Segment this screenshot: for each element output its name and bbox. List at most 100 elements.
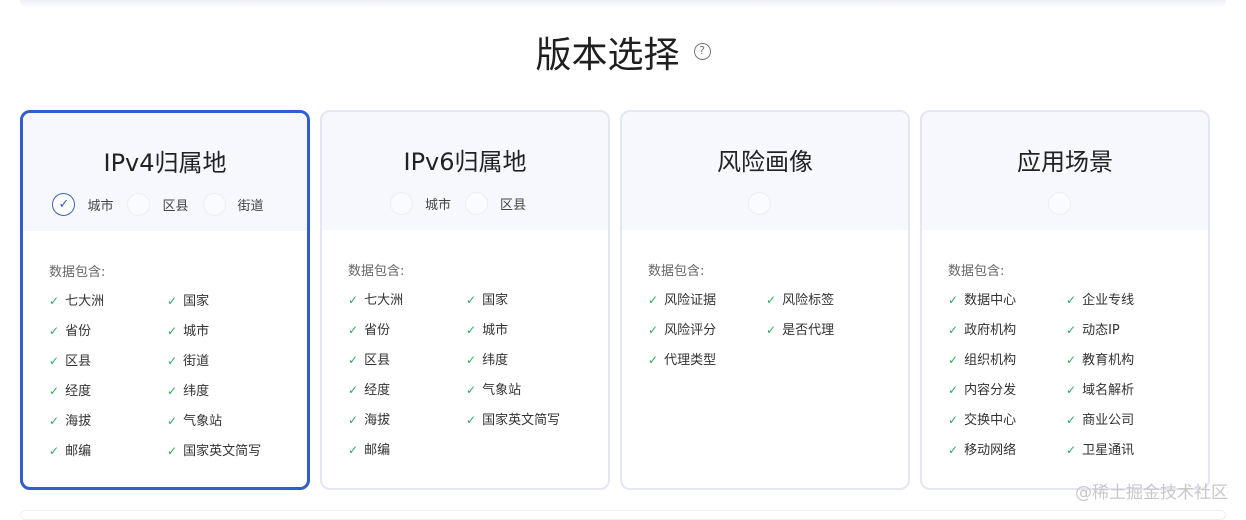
check-icon: ✓ (1066, 293, 1077, 307)
item-label: 七大洲 (65, 294, 105, 309)
list-item: ✓ 国家 (466, 291, 596, 310)
includes-label: 数据包含: (948, 264, 1005, 279)
item-label: 气象站 (482, 383, 522, 398)
check-icon: ✓ (948, 323, 959, 337)
check-icon: ✓ (348, 323, 359, 337)
version-option[interactable]: 区县 (127, 192, 202, 216)
list-item: ✓ 海拔 (49, 412, 167, 431)
list-item: ✓ 国家英文简写 (167, 442, 297, 461)
item-label: 域名解析 (1082, 383, 1135, 398)
option-label: 城市 (87, 198, 114, 214)
check-icon: ✓ (167, 294, 178, 308)
list-item: ✓ 国家英文简写 (466, 411, 596, 430)
radio-circle-icon[interactable] (127, 192, 151, 216)
item-label: 教育机构 (1082, 353, 1135, 368)
version-card[interactable]: 应用场景 数据包含: ✓ 数据中心 ✓ 企业专线 ✓ 政府机构 ✓ 动态IP ✓ 组织机构 ✓ 教育机构 ✓… (920, 110, 1210, 490)
version-option[interactable]: 街道 (202, 192, 278, 216)
item-label: 是否代理 (782, 323, 835, 338)
item-label: 风险标签 (782, 293, 835, 308)
item-label: 风险证据 (664, 293, 717, 308)
check-icon: ✓ (348, 293, 359, 307)
check-icon: ✓ (648, 323, 659, 337)
version-option[interactable]: ✓ 城市 (52, 192, 127, 216)
item-label: 国家 (183, 294, 210, 309)
item-label: 移动网络 (964, 443, 1017, 458)
list-item: ✓ 企业专线 (1066, 291, 1196, 310)
version-option[interactable]: 区县 (465, 191, 540, 215)
check-icon: ✓ (648, 353, 659, 367)
item-label: 国家英文简写 (482, 413, 561, 428)
check-icon: ✓ (948, 443, 959, 457)
check-icon: ✓ (49, 414, 60, 428)
item-label: 交换中心 (964, 413, 1017, 428)
version-card[interactable]: 风险画像 数据包含: ✓ 风险证据 ✓ 风险标签 ✓ 风险评分 ✓ 是否代理 ✓ 代理类型 (620, 110, 910, 490)
list-item: ✓ 代理类型 (648, 351, 766, 370)
card-header: IPv4归属地 ✓ 城市 区县 街道 (23, 113, 307, 231)
radio-circle-icon[interactable] (465, 191, 488, 215)
check-icon: ✓ (648, 293, 659, 307)
check-icon: ✓ (466, 323, 477, 337)
watermark: @稀土掘金技术社区 (1075, 483, 1228, 503)
list-item: ✓ 七大洲 (49, 292, 167, 311)
check-icon: ✓ (49, 444, 60, 458)
list-item: ✓ 气象站 (167, 412, 297, 431)
feature-list: ✓ 数据中心 ✓ 企业专线 ✓ 政府机构 ✓ 动态IP ✓ 组织机构 ✓ 教育机构 ✓ 内容分发 ✓ 域名解析… (948, 291, 1208, 460)
list-item: ✓ 交换中心 (948, 411, 1066, 430)
item-label: 卫星通讯 (1082, 443, 1135, 458)
item-label: 城市 (183, 324, 210, 339)
item-label: 政府机构 (964, 323, 1017, 338)
check-icon: ✓ (348, 353, 359, 367)
version-card[interactable]: IPv6归属地 城市 区县 数据包含: ✓ 七大洲 ✓ 国家 ✓ 省份 ✓ 城市 ✓ 区县 ✓ 纬度 ✓ 经度 ✓ 气… (320, 110, 610, 490)
check-icon: ✓ (948, 353, 959, 367)
option-label: 区县 (500, 197, 527, 213)
list-item: ✓ 海拔 (348, 411, 466, 430)
check-icon: ✓ (466, 383, 477, 397)
check-icon: ✓ (948, 413, 959, 427)
list-item: ✓ 城市 (466, 321, 596, 340)
page-title: 版本选择? (0, 26, 1246, 78)
help-icon[interactable]: ? (693, 42, 711, 60)
list-item: ✓ 动态IP (1066, 321, 1196, 340)
option-label: 城市 (424, 197, 451, 213)
check-circle-icon[interactable]: ✓ (52, 192, 76, 216)
check-icon: ✓ (1066, 383, 1077, 397)
option-label: 街道 (237, 198, 264, 214)
version-option[interactable] (1047, 191, 1083, 215)
card-title: IPv6归属地 (403, 148, 527, 176)
item-label: 商业公司 (1082, 413, 1135, 428)
list-item: ✓ 内容分发 (948, 381, 1066, 400)
radio-circle-icon[interactable] (389, 191, 413, 215)
version-option[interactable]: 城市 (389, 191, 465, 215)
check-icon: ✓ (348, 443, 359, 457)
list-item: ✓ 组织机构 (948, 351, 1066, 370)
list-item: ✓ 气象站 (466, 381, 596, 400)
version-option[interactable] (747, 191, 783, 215)
list-item: ✓ 经度 (49, 382, 167, 401)
card-header: IPv6归属地城市 区县 (322, 112, 608, 230)
check-icon: ✓ (49, 384, 60, 398)
item-label: 七大洲 (364, 293, 404, 308)
feature-list: ✓ 风险证据 ✓ 风险标签 ✓ 风险评分 ✓ 是否代理 ✓ 代理类型 (648, 291, 908, 370)
item-label: 数据中心 (964, 293, 1017, 308)
check-icon: ✓ (766, 293, 777, 307)
list-item: ✓ 邮编 (348, 441, 466, 460)
check-icon: ✓ (1066, 323, 1077, 337)
radio-circle-icon[interactable] (747, 191, 771, 215)
list-item: ✓ 政府机构 (948, 321, 1066, 340)
list-item: ✓ 教育机构 (1066, 351, 1196, 370)
item-label: 经度 (65, 384, 92, 399)
list-item: ✓ 卫星通讯 (1066, 441, 1196, 460)
radio-circle-icon[interactable] (202, 192, 226, 216)
includes-label: 数据包含: (49, 265, 106, 280)
list-item: ✓ 区县 (348, 351, 466, 370)
next-section-edge (20, 510, 1226, 520)
list-item: ✓ 纬度 (466, 351, 596, 370)
list-item: ✓ 区县 (49, 352, 167, 371)
includes-label: 数据包含: (348, 264, 405, 279)
radio-circle-icon[interactable] (1047, 191, 1071, 215)
check-icon: ✓ (167, 354, 178, 368)
item-label: 代理类型 (664, 353, 717, 368)
item-label: 动态IP (1082, 323, 1120, 338)
version-card[interactable]: IPv4归属地 ✓ 城市 区县 街道 数据包含: ✓ 七大洲 ✓ 国家 ✓ 省份 ✓ 城市 ✓ 区县 ✓ 街道 ✓ 经… (20, 110, 310, 490)
item-label: 国家 (482, 293, 509, 308)
